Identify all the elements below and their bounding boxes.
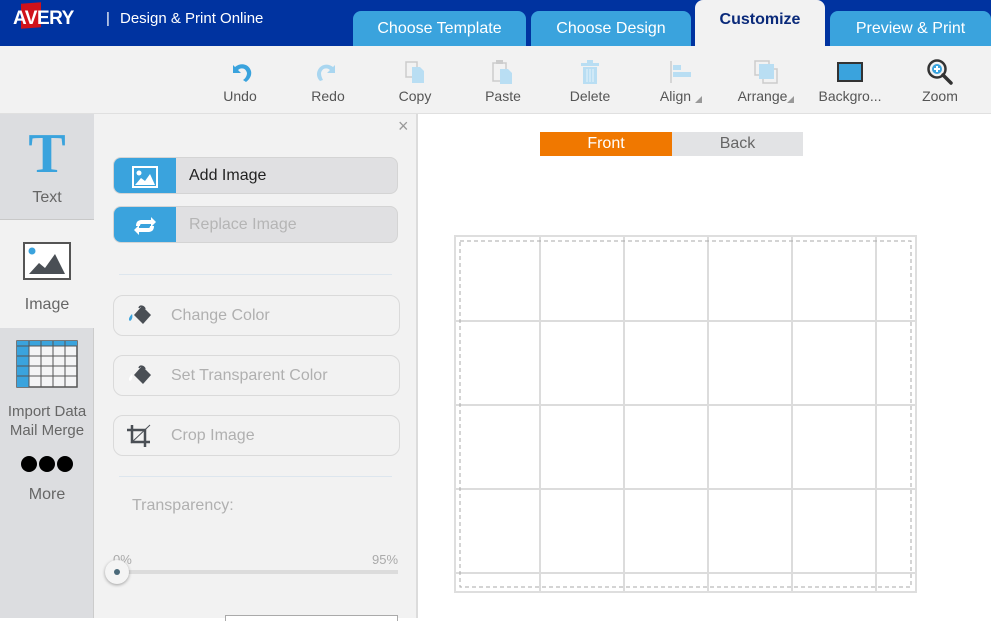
app-title: Design & Print Online <box>120 10 264 27</box>
brand-separator: | <box>106 10 110 27</box>
toolbar: Undo Redo Copy Paste Delete Align Arrang… <box>0 46 991 114</box>
left-nav: T Text Image Import Data Mail Merge More <box>0 114 94 618</box>
paint-bucket-icon <box>128 365 151 384</box>
transparency-slider-track[interactable] <box>116 570 398 574</box>
arrange-icon <box>754 60 778 84</box>
replace-icon <box>134 216 156 235</box>
undo-icon <box>233 64 252 82</box>
redo-label: Redo <box>311 88 345 104</box>
nav-more-label: More <box>28 486 66 503</box>
add-image-button[interactable]: Add Image <box>113 157 398 194</box>
undo-label: Undo <box>223 88 257 104</box>
change-color-button[interactable]: Change Color <box>113 295 400 336</box>
divider <box>119 476 392 477</box>
nav-item-import-data[interactable]: Import Data Mail Merge <box>0 340 94 440</box>
more-icon <box>0 456 94 476</box>
replace-image-button[interactable]: Replace Image <box>113 206 398 243</box>
change-color-label: Change Color <box>171 307 270 324</box>
transparency-slider-thumb[interactable] <box>105 560 129 584</box>
bottom-input-field[interactable] <box>225 615 398 621</box>
paste-button[interactable]: Paste <box>468 58 538 104</box>
nav-import-label: Import Data <box>7 403 87 420</box>
transparency-label: Transparency: <box>132 497 234 514</box>
nav-mailmerge-label: Mail Merge <box>9 422 85 439</box>
background-button[interactable]: Backgro... <box>815 58 885 104</box>
copy-label: Copy <box>398 88 432 104</box>
tab-customize[interactable]: Customize <box>695 0 825 46</box>
close-icon[interactable]: × <box>398 116 409 137</box>
arrange-label: Arrange <box>731 88 801 104</box>
copy-icon <box>405 61 424 83</box>
back-side-button[interactable]: Back <box>672 132 803 156</box>
zoom-button[interactable]: Zoom <box>905 58 975 104</box>
crop-image-label: Crop Image <box>171 427 255 444</box>
canvas-area: Front Back <box>418 114 991 618</box>
tab-choose-template[interactable]: Choose Template <box>353 11 526 46</box>
arrange-text: Arrange <box>737 88 788 104</box>
redo-icon <box>316 64 335 81</box>
add-image-label: Add Image <box>189 167 267 184</box>
align-icon <box>670 61 691 83</box>
paint-bucket-icon <box>128 305 151 324</box>
safe-area-border <box>459 240 912 588</box>
delete-button[interactable]: Delete <box>555 58 625 104</box>
label-grid <box>456 237 915 591</box>
label-sheet[interactable] <box>454 235 917 593</box>
copy-button[interactable]: Copy <box>380 58 450 104</box>
nav-item-more[interactable]: More <box>0 456 94 516</box>
align-label: Align <box>646 88 716 104</box>
slider-max-label: 95% <box>372 552 399 567</box>
zoom-label: Zoom <box>922 88 958 104</box>
side-toggle: Front Back <box>540 132 803 156</box>
image-icon <box>132 165 158 188</box>
dropdown-triangle-icon <box>695 96 703 103</box>
paste-label: Paste <box>485 88 521 104</box>
image-panel: × Add Image Replace Image Change Color S… <box>94 114 418 621</box>
align-button[interactable]: Align <box>646 58 716 104</box>
table-icon <box>16 340 78 388</box>
nav-image-label: Image <box>24 296 70 313</box>
front-side-button[interactable]: Front <box>540 132 672 156</box>
divider <box>119 274 392 275</box>
dropdown-triangle-icon <box>787 96 795 103</box>
crop-image-button[interactable]: Crop Image <box>113 415 400 456</box>
image-icon <box>23 242 71 280</box>
nav-item-image[interactable]: Image <box>0 220 94 328</box>
crop-icon <box>127 424 151 447</box>
align-text: Align <box>659 88 692 104</box>
background-label: Backgro... <box>818 88 882 104</box>
paste-icon <box>492 60 512 84</box>
trash-icon <box>581 60 599 84</box>
text-icon: T <box>28 123 66 185</box>
zoom-icon <box>927 59 953 85</box>
set-transparent-color-button[interactable]: Set Transparent Color <box>113 355 400 396</box>
redo-button[interactable]: Redo <box>293 58 363 104</box>
background-icon <box>837 62 863 82</box>
logo-text: AVERY <box>13 8 74 29</box>
arrange-button[interactable]: Arrange <box>731 58 801 104</box>
tab-choose-design[interactable]: Choose Design <box>531 11 691 46</box>
tab-preview-print[interactable]: Preview & Print <box>830 11 991 46</box>
set-transparent-color-label: Set Transparent Color <box>171 367 328 384</box>
nav-text-label: Text <box>32 189 62 206</box>
delete-label: Delete <box>569 88 611 104</box>
nav-item-text[interactable]: T Text <box>0 114 94 220</box>
replace-image-label: Replace Image <box>189 216 297 233</box>
undo-button[interactable]: Undo <box>205 58 275 104</box>
top-bar: AVERY | Design & Print Online Choose Tem… <box>0 0 991 46</box>
